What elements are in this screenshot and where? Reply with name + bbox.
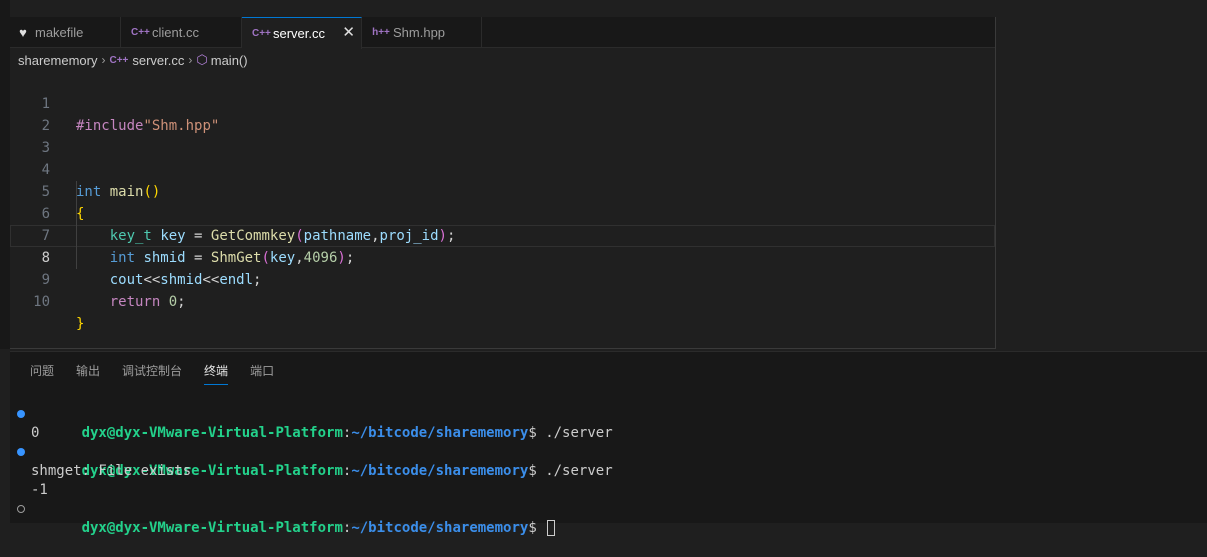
bottom-panel: 问题 输出 调试控制台 终端 端口 dyx@dyx-VMware-Virtual…	[10, 351, 1207, 536]
makefile-icon: ♥	[19, 25, 27, 40]
cpp-file-icon: C++	[131, 27, 150, 38]
command-status-icon[interactable]	[17, 505, 25, 513]
command-status-icon[interactable]	[17, 448, 25, 456]
breadcrumb-file[interactable]: server.cc	[132, 53, 184, 68]
panel-tabs: 问题 输出 调试控制台 终端 端口	[30, 362, 296, 386]
tab-label: Shm.hpp	[393, 25, 446, 40]
tab-ports[interactable]: 端口	[250, 362, 274, 384]
code-line[interactable]: 10 }	[10, 269, 995, 332]
cpp-file-icon: C++	[109, 54, 129, 66]
terminal-line: dyx@dyx-VMware-Virtual-Platform:~/bitcod…	[10, 443, 1207, 479]
line-number: 10	[33, 294, 50, 310]
breadcrumb-symbol[interactable]: main()	[211, 53, 248, 68]
hpp-file-icon: h++	[372, 27, 390, 38]
command-status-icon[interactable]	[17, 410, 25, 418]
tab-terminal[interactable]: 终端	[204, 362, 229, 385]
terminal-prompt-line[interactable]: dyx@dyx-VMware-Virtual-Platform:~/bitcod…	[10, 500, 1207, 536]
cpp-file-icon: C++	[252, 28, 271, 39]
tab-makefile[interactable]: ♥ makefile	[10, 17, 121, 48]
indent-guide	[76, 181, 77, 269]
code-line[interactable]: 9 return 0;	[10, 247, 995, 310]
code-line[interactable]: 2	[10, 93, 995, 134]
chevron-right-icon: ›	[101, 53, 106, 67]
code-line[interactable]: 5 {	[10, 159, 995, 222]
terminal-cursor	[547, 520, 556, 536]
editor-group: ♥ makefile C++ client.cc C++ server.cc ✕…	[10, 17, 996, 349]
terminal-line: dyx@dyx-VMware-Virtual-Platform:~/bitcod…	[10, 405, 1207, 441]
code-line[interactable]: 7 int shmid = ShmGet(key,4096);	[10, 203, 995, 266]
terminal-line: 0	[31, 425, 40, 441]
terminal[interactable]: dyx@dyx-VMware-Virtual-Platform:~/bitcod…	[10, 405, 1207, 536]
breadcrumb: sharememory › C++ server.cc › ⬡ main()	[10, 49, 995, 71]
method-cube-icon: ⬡	[196, 52, 208, 67]
chevron-right-icon: ›	[188, 53, 193, 67]
terminal-line: shmget: File exists	[31, 463, 192, 479]
tab-shm-hpp[interactable]: h++ Shm.hpp	[362, 17, 482, 48]
tab-client-cc[interactable]: C++ client.cc	[121, 17, 242, 48]
tab-server-cc[interactable]: C++ server.cc ✕	[242, 17, 362, 49]
tab-bar: ♥ makefile C++ client.cc C++ server.cc ✕…	[10, 17, 995, 49]
tab-debug-console[interactable]: 调试控制台	[122, 362, 182, 384]
tab-problems[interactable]: 问题	[30, 362, 54, 384]
tab-label: client.cc	[152, 25, 199, 40]
code-editor[interactable]: 1 #include"Shm.hpp" 2 3 4 int main() 5 {…	[10, 71, 995, 332]
code-line[interactable]: 1 #include"Shm.hpp"	[10, 71, 995, 134]
code-line[interactable]: 3	[10, 115, 995, 156]
breadcrumb-folder[interactable]: sharememory	[18, 53, 97, 68]
terminal-line: -1	[31, 482, 48, 498]
tab-output[interactable]: 输出	[76, 362, 100, 384]
tab-label: server.cc	[273, 26, 326, 41]
code-line[interactable]: 6 key_t key = GetCommkey(pathname,proj_i…	[10, 181, 995, 244]
tab-label: makefile	[35, 25, 84, 40]
code-line-current[interactable]: 8 cout<<shmid<<endl;	[10, 225, 995, 288]
close-icon[interactable]: ✕	[342, 25, 355, 40]
code-line[interactable]: 4 int main()	[10, 137, 995, 200]
activity-edge	[0, 0, 10, 349]
title-area	[0, 0, 1207, 17]
editor-empty-area	[996, 17, 1207, 351]
